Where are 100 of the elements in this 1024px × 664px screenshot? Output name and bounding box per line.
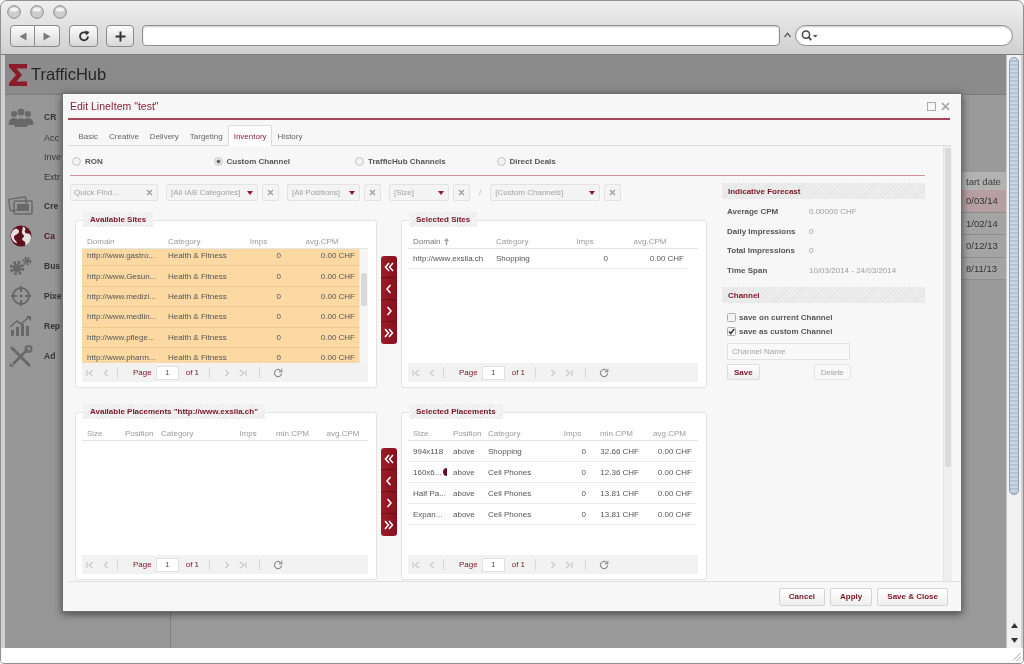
clear-button[interactable] xyxy=(604,184,622,201)
clear-button[interactable] xyxy=(453,184,470,201)
caret-down-icon[interactable] xyxy=(247,191,253,195)
sidebar-subitem[interactable]: Inve xyxy=(44,147,61,167)
caret-down-icon[interactable] xyxy=(438,191,444,195)
table-row[interactable]: 994x118 above Shopping 0 32.66 CHF 0.00 CHF xyxy=(408,441,696,462)
apply-button[interactable]: Apply xyxy=(830,587,873,606)
page-field[interactable]: 1 xyxy=(155,557,179,572)
column-header[interactable]: avg.CPM xyxy=(633,237,667,246)
scrollbar[interactable] xyxy=(359,249,368,363)
move-all-right-button[interactable] xyxy=(381,322,397,344)
tab[interactable]: Basic xyxy=(73,126,104,146)
radio-label[interactable]: Custom Channel xyxy=(226,156,291,166)
table-row[interactable]: 1/02/14 xyxy=(962,212,1006,235)
table-row[interactable]: http://www.medizi... Health & Fitness 0 0.00 CHF xyxy=(82,286,359,308)
column-header[interactable]: min.CPM xyxy=(276,429,309,438)
page-field[interactable]: 1 xyxy=(155,365,179,380)
tab[interactable]: Inventory xyxy=(228,125,273,146)
column-header[interactable]: Category xyxy=(496,237,529,246)
tab[interactable]: Creative xyxy=(103,126,145,146)
table-row[interactable]: Half Pa... above Cell Phones 0 13.81 CHF 0.00 CHF xyxy=(408,483,696,504)
sidebar-item[interactable]: Pixe xyxy=(8,280,62,311)
channel-name-field[interactable]: Channel Name xyxy=(727,343,850,360)
sidebar-item[interactable]: CR xyxy=(8,106,57,128)
caret-up-icon[interactable] xyxy=(784,32,791,38)
circular-arrow-icon[interactable] xyxy=(599,367,610,378)
tab[interactable]: History xyxy=(272,126,308,146)
column-header[interactable]: avg.CPM xyxy=(305,237,339,246)
table-row[interactable]: http://www.exsila.ch Shopping 0 0.00 CHF xyxy=(408,249,688,269)
search-field[interactable] xyxy=(795,25,1013,46)
address-field[interactable] xyxy=(142,25,780,46)
save-button[interactable]: Save xyxy=(727,364,760,380)
page-field[interactable]: 1 xyxy=(481,365,505,380)
move-right-button[interactable] xyxy=(381,492,397,514)
radio-button[interactable] xyxy=(496,156,506,166)
forward-button[interactable] xyxy=(35,25,60,47)
scrollbar-thumb[interactable] xyxy=(1009,57,1019,495)
sidebar-item[interactable]: Bus xyxy=(8,250,61,281)
caret-down-icon[interactable] xyxy=(349,191,355,195)
radio-label[interactable]: RON xyxy=(85,156,103,166)
table-row[interactable]: 160x6... above Cell Phones 0 12.36 CHF 0.00 CHF xyxy=(408,462,696,483)
close-icon[interactable] xyxy=(941,101,950,111)
triangle-up-icon[interactable] xyxy=(1010,623,1018,628)
scrollbar-thumb[interactable] xyxy=(361,273,367,306)
move-left-button[interactable] xyxy=(381,278,397,300)
column-header[interactable]: Category xyxy=(168,237,201,246)
column-header[interactable]: Size xyxy=(87,429,103,438)
sidebar-item[interactable]: Ca xyxy=(8,220,55,251)
checkbox-label[interactable]: save as custom Channel xyxy=(739,326,833,336)
table-row[interactable]: http://www.Gesun... Health & Fitness 0 0.00 CHF xyxy=(82,266,359,287)
cancel-button[interactable]: Cancel xyxy=(778,587,826,606)
column-header[interactable]: Imps xyxy=(249,237,268,246)
radio-label[interactable]: TrafficHub Channels xyxy=(368,156,446,166)
tab[interactable]: Targeting xyxy=(184,126,229,146)
column-header[interactable]: Size xyxy=(413,429,429,438)
radio-label[interactable]: Direct Deals xyxy=(509,156,556,166)
table-row[interactable]: 0/03/14 xyxy=(962,190,1006,213)
column-header[interactable]: avg.CPM xyxy=(653,429,686,438)
column-header[interactable]: Position xyxy=(125,429,154,438)
column-header[interactable]: Imps xyxy=(563,429,582,438)
column-header[interactable]: Imps xyxy=(576,237,594,246)
column-header[interactable]: Category xyxy=(488,429,521,438)
dropdown[interactable]: [All Positions] xyxy=(287,184,360,201)
column-header[interactable]: min.CPM xyxy=(600,429,633,438)
radio-button[interactable] xyxy=(213,156,223,166)
save-and-close-button[interactable]: Save & Close xyxy=(877,587,948,606)
checkbox[interactable] xyxy=(727,326,736,336)
dropdown[interactable]: [Size] xyxy=(389,184,449,201)
circular-arrow-icon[interactable] xyxy=(273,367,284,378)
radio-button[interactable] xyxy=(72,156,81,166)
sidebar-subitem[interactable]: Acc xyxy=(44,128,59,148)
dropdown[interactable]: [All IAB Categories] xyxy=(166,184,258,201)
table-row[interactable]: 8/11/13 xyxy=(962,257,1006,280)
sidebar-item[interactable]: Cre xyxy=(8,190,59,221)
reload-button[interactable] xyxy=(69,25,98,47)
page-field[interactable]: 1 xyxy=(481,557,505,572)
table-row[interactable]: 0/12/13 xyxy=(962,235,1006,258)
tab[interactable]: Delivery xyxy=(144,126,185,146)
dropdown[interactable]: [Custom Channels] xyxy=(490,184,601,201)
column-header[interactable]: Category xyxy=(161,429,194,438)
window-minimize-button[interactable] xyxy=(30,4,44,19)
back-button[interactable] xyxy=(10,25,35,47)
column-header[interactable]: Position xyxy=(453,429,482,438)
table-row[interactable]: http://www.pflege... Health & Fitness 0 0.00 CHF xyxy=(82,327,359,348)
move-all-left-button[interactable] xyxy=(381,448,397,470)
radio-button[interactable] xyxy=(355,156,364,166)
move-all-left-button[interactable] xyxy=(381,256,397,278)
scrollbar[interactable] xyxy=(943,146,952,581)
column-header[interactable]: Imps xyxy=(239,429,257,438)
move-right-button[interactable] xyxy=(381,300,397,322)
sidebar-subitem[interactable]: Extr xyxy=(44,167,60,187)
circular-arrow-icon[interactable] xyxy=(599,559,610,570)
triangle-down-icon[interactable] xyxy=(1010,638,1018,643)
column-header[interactable]: Domain xyxy=(413,237,441,246)
x-icon[interactable] xyxy=(146,189,153,196)
window-close-button[interactable] xyxy=(7,4,21,19)
checkbox[interactable] xyxy=(727,312,736,322)
scrollbar-thumb[interactable] xyxy=(945,148,951,467)
sidebar-item[interactable]: Rep xyxy=(8,310,61,341)
move-left-button[interactable] xyxy=(381,470,397,492)
